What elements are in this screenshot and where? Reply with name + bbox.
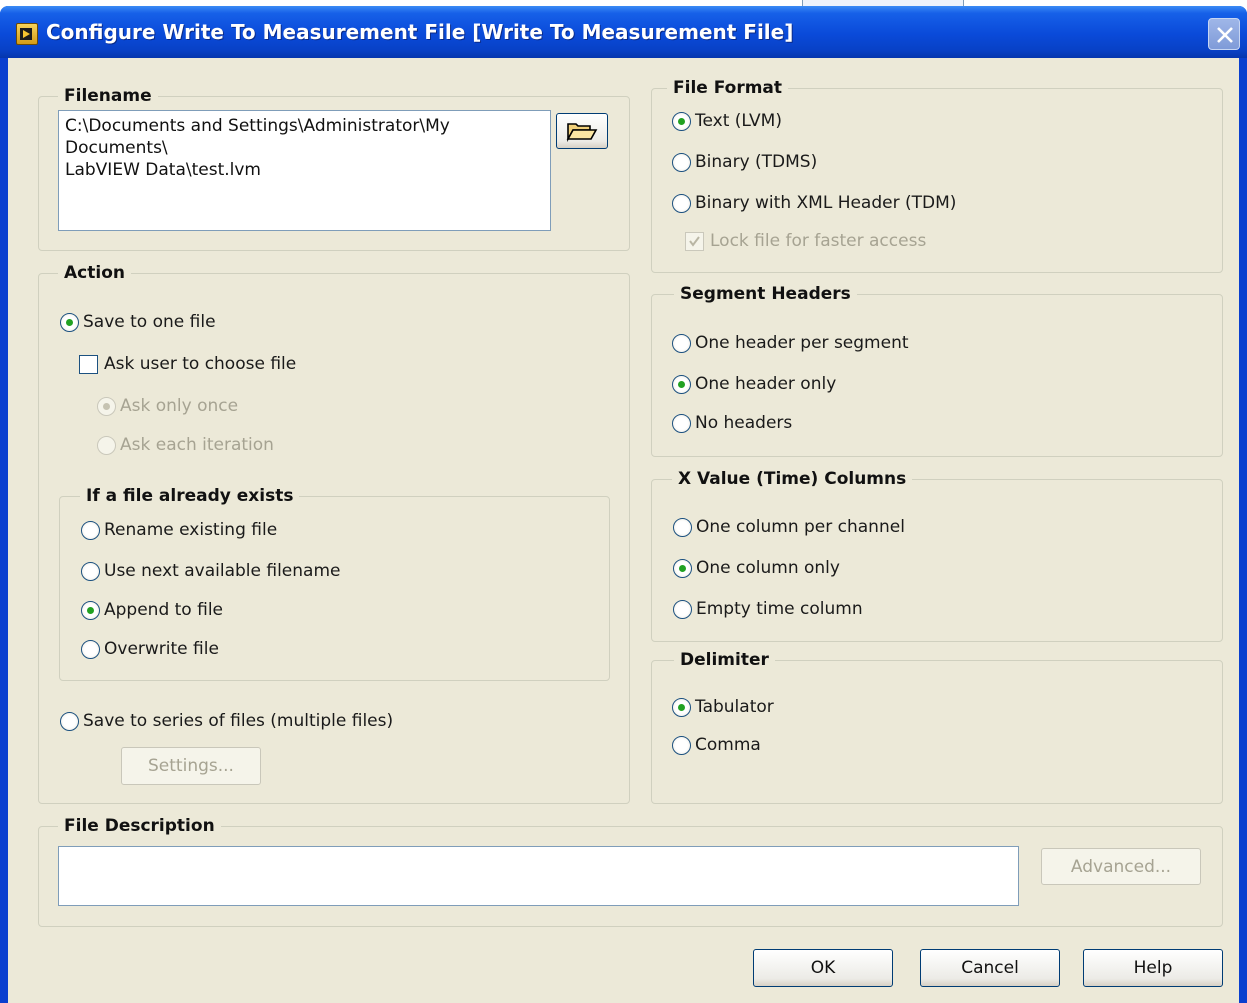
binary-xml-tdm-radio[interactable]: Binary with XML Header (TDM) [672, 193, 956, 213]
radio-circle [672, 374, 691, 394]
text-lvm-label: Text (LVM) [695, 111, 782, 131]
settings-button[interactable]: Settings... [121, 747, 261, 785]
ask-only-once-radio[interactable]: Ask only once [97, 396, 238, 416]
append-to-file-label: Append to file [104, 600, 223, 620]
one-header-only-radio[interactable]: One header only [672, 374, 836, 394]
no-headers-radio[interactable]: No headers [672, 413, 792, 433]
dialog-window: Configure Write To Measurement File [Wri… [0, 6, 1247, 1003]
if-exists-group-title: If a file already exists [80, 486, 300, 506]
one-column-per-channel-label: One column per channel [696, 517, 905, 537]
file-description-field[interactable] [58, 846, 1019, 906]
radio-circle [60, 711, 79, 731]
radio-circle [81, 520, 100, 540]
radio-circle [97, 435, 116, 455]
filename-group-title: Filename [58, 86, 158, 106]
empty-time-column-label: Empty time column [696, 599, 863, 619]
radio-circle [672, 333, 691, 353]
radio-circle [672, 111, 691, 131]
advanced-button[interactable]: Advanced... [1041, 848, 1201, 885]
save-one-file-label: Save to one file [83, 312, 216, 332]
radio-circle [672, 697, 691, 717]
ok-button[interactable]: OK [753, 949, 893, 987]
binary-tdms-label: Binary (TDMS) [695, 152, 818, 172]
labview-vi-icon [16, 23, 38, 45]
radio-circle [97, 396, 116, 416]
one-header-only-label: One header only [695, 374, 837, 394]
lock-file-checkbox[interactable]: Lock file for faster access [685, 231, 926, 251]
segment-headers-group-title: Segment Headers [674, 284, 857, 304]
comma-label: Comma [695, 735, 761, 755]
radio-circle [673, 558, 692, 578]
x-value-columns-group-title: X Value (Time) Columns [672, 469, 913, 489]
lock-file-label: Lock file for faster access [710, 231, 927, 251]
radio-circle [60, 312, 79, 332]
append-to-file-radio[interactable]: Append to file [81, 600, 223, 620]
file-format-group-title: File Format [667, 78, 789, 98]
cancel-button[interactable]: Cancel [920, 949, 1060, 987]
overwrite-file-label: Overwrite file [104, 639, 219, 659]
ask-user-label: Ask user to choose file [104, 354, 297, 374]
use-next-filename-label: Use next available filename [104, 561, 341, 581]
binary-tdms-radio[interactable]: Binary (TDMS) [672, 152, 817, 172]
one-column-only-label: One column only [696, 558, 840, 578]
radio-circle [672, 413, 691, 433]
ask-user-checkbox[interactable]: Ask user to choose file [79, 354, 296, 374]
one-header-per-segment-label: One header per segment [695, 333, 909, 353]
ask-only-once-label: Ask only once [120, 396, 239, 416]
rename-existing-label: Rename existing file [104, 520, 278, 540]
window-title: Configure Write To Measurement File [Wri… [46, 20, 794, 44]
radio-circle [672, 193, 691, 213]
filename-field[interactable]: C:\Documents and Settings\Administrator\… [58, 110, 551, 231]
text-lvm-radio[interactable]: Text (LVM) [672, 111, 782, 131]
close-icon [1217, 27, 1233, 43]
binary-xml-tdm-label: Binary with XML Header (TDM) [695, 193, 957, 213]
ask-each-iteration-label: Ask each iteration [120, 435, 274, 455]
title-bar[interactable]: Configure Write To Measurement File [Wri… [0, 6, 1247, 58]
use-next-filename-radio[interactable]: Use next available filename [81, 561, 340, 581]
save-series-radio[interactable]: Save to series of files (multiple files) [60, 711, 393, 731]
checkbox-box [79, 354, 98, 374]
one-column-only-radio[interactable]: One column only [673, 558, 840, 578]
rename-existing-radio[interactable]: Rename existing file [81, 520, 277, 540]
ask-each-iteration-radio[interactable]: Ask each iteration [97, 435, 274, 455]
browse-button[interactable] [556, 113, 608, 149]
close-button[interactable] [1208, 18, 1240, 50]
save-one-file-radio[interactable]: Save to one file [60, 312, 216, 332]
radio-circle [81, 561, 100, 581]
radio-circle [673, 517, 692, 537]
delimiter-group-title: Delimiter [674, 650, 775, 670]
folder-open-icon [566, 123, 598, 142]
tabulator-radio[interactable]: Tabulator [672, 697, 774, 717]
checkmark-icon [689, 235, 700, 247]
radio-circle [81, 600, 100, 620]
no-headers-label: No headers [695, 413, 793, 433]
radio-circle [673, 599, 692, 619]
action-group-title: Action [58, 263, 131, 283]
file-description-group-title: File Description [58, 816, 221, 836]
help-button[interactable]: Help [1083, 949, 1223, 987]
overwrite-file-radio[interactable]: Overwrite file [81, 639, 219, 659]
radio-circle [672, 152, 691, 172]
one-column-per-channel-radio[interactable]: One column per channel [673, 517, 905, 537]
save-series-label: Save to series of files (multiple files) [83, 711, 394, 731]
empty-time-column-radio[interactable]: Empty time column [673, 599, 863, 619]
dialog-body: Filename C:\Documents and Settings\Admin… [8, 58, 1239, 1003]
checkbox-box [685, 231, 704, 251]
radio-circle [672, 735, 691, 755]
comma-radio[interactable]: Comma [672, 735, 761, 755]
radio-circle [81, 639, 100, 659]
tabulator-label: Tabulator [695, 697, 774, 717]
delimiter-group: Delimiter [651, 650, 1223, 804]
one-header-per-segment-radio[interactable]: One header per segment [672, 333, 909, 353]
